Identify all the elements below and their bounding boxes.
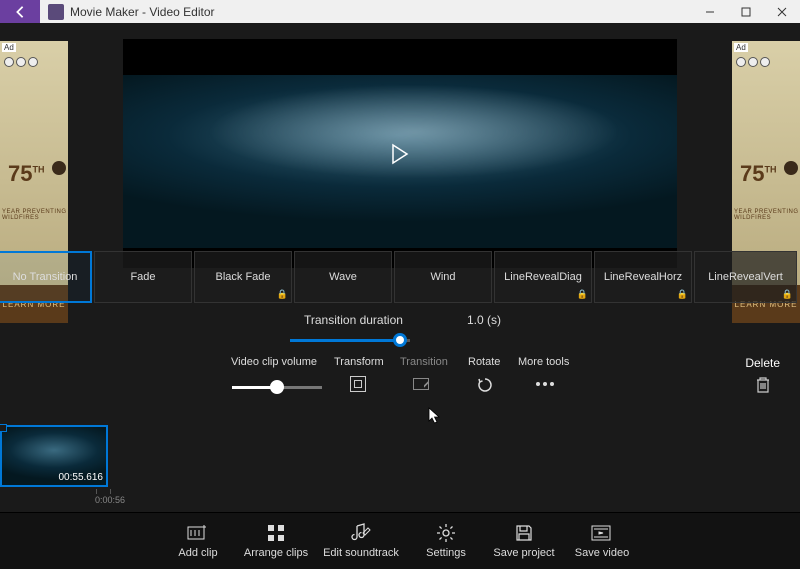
- transition-option-linerevealdiag[interactable]: LineRevealDiag🔒: [494, 251, 592, 303]
- transition-option-wind[interactable]: Wind: [394, 251, 492, 303]
- clip-handle[interactable]: [0, 424, 7, 432]
- rotate-icon: [476, 376, 494, 394]
- ad-badges: [736, 57, 770, 67]
- save-video-button[interactable]: Save video: [563, 513, 641, 569]
- window-controls: [692, 0, 800, 23]
- add-clip-icon: [187, 524, 209, 542]
- transform-label: Transform: [334, 356, 384, 368]
- ad-logo: 75TH: [740, 161, 776, 187]
- more-tools-button[interactable]: [536, 382, 554, 386]
- music-edit-icon: [350, 523, 372, 543]
- more-tools-label: More tools: [518, 356, 569, 368]
- transition-option-black-fade[interactable]: Black Fade🔒: [194, 251, 292, 303]
- transition-duration-slider[interactable]: [290, 333, 410, 347]
- volume-label: Video clip volume: [231, 356, 317, 368]
- transition-icon: [413, 378, 429, 390]
- transition-option-linerevealvert[interactable]: LineRevealVert🔒: [694, 251, 797, 303]
- save-project-button[interactable]: Save project: [485, 513, 563, 569]
- trash-icon: [755, 376, 771, 394]
- ad-tagline: YEAR PREVENTING WILDFIRES: [2, 209, 68, 221]
- app-title: Movie Maker - Video Editor: [70, 5, 215, 19]
- ad-mascot-icon: [784, 161, 798, 175]
- gear-icon: [436, 523, 456, 543]
- ad-badges: [4, 57, 38, 67]
- transition-option-wave[interactable]: Wave: [294, 251, 392, 303]
- tool-row: Video clip volume Transform Transition R…: [0, 356, 800, 394]
- transition-option-linerevealhorz[interactable]: LineRevealHorz🔒: [594, 251, 692, 303]
- delete-label: Delete: [745, 356, 780, 370]
- ad-tagline: YEAR PREVENTING WILDFIRES: [734, 209, 800, 221]
- timeline[interactable]: 00:55.616 0:00:56: [0, 429, 800, 511]
- ad-mark: Ad: [734, 43, 748, 52]
- transition-duration-row: Transition duration 1.0 (s): [0, 313, 800, 335]
- preview-player[interactable]: [123, 39, 677, 268]
- settings-button[interactable]: Settings: [407, 513, 485, 569]
- lock-icon: 🔒: [782, 289, 793, 300]
- save-icon: [515, 524, 533, 542]
- arrow-left-icon: [13, 5, 27, 19]
- maximize-button[interactable]: [728, 0, 764, 23]
- delete-clip[interactable]: Delete: [745, 356, 780, 397]
- dots-icon: [536, 382, 554, 386]
- edit-soundtrack-button[interactable]: Edit soundtrack: [315, 513, 407, 569]
- clip-duration: 00:55.616: [59, 472, 104, 483]
- timeline-clip[interactable]: 00:55.616: [0, 425, 108, 487]
- add-clip-button[interactable]: Add clip: [159, 513, 237, 569]
- transition-duration-value: 1.0 (s): [467, 313, 501, 327]
- back-button[interactable]: [0, 0, 40, 23]
- main-area: Ad 75TH YEAR PREVENTING WILDFIRES LEARN …: [0, 23, 800, 430]
- lock-icon: 🔒: [277, 289, 288, 300]
- rotate-button[interactable]: [476, 376, 494, 397]
- video-export-icon: [591, 524, 613, 542]
- minimize-button[interactable]: [692, 0, 728, 23]
- play-icon[interactable]: [390, 143, 410, 165]
- arrange-clips-button[interactable]: Arrange clips: [237, 513, 315, 569]
- bottom-toolbar: Add clip Arrange clips Edit soundtrack S…: [0, 512, 800, 569]
- grid-icon: [267, 524, 285, 542]
- ad-mascot-icon: [52, 161, 66, 175]
- transition-button[interactable]: [413, 378, 429, 390]
- lock-icon: 🔒: [677, 289, 688, 300]
- transform-icon: [350, 376, 366, 392]
- lock-icon: 🔒: [577, 289, 588, 300]
- titlebar: Movie Maker - Video Editor: [0, 0, 800, 23]
- mouse-cursor: [428, 407, 442, 425]
- transition-option-none[interactable]: No Transition: [0, 251, 92, 303]
- transition-label: Transition: [400, 356, 448, 368]
- rotate-label: Rotate: [468, 356, 500, 368]
- transition-option-fade[interactable]: Fade: [94, 251, 192, 303]
- transition-list: No Transition Fade Black Fade🔒 Wave Wind…: [0, 251, 800, 303]
- ad-logo: 75TH: [8, 161, 44, 187]
- transform-button[interactable]: [350, 376, 366, 392]
- transition-duration-label: Transition duration: [304, 313, 403, 327]
- close-button[interactable]: [764, 0, 800, 23]
- ad-mark: Ad: [2, 43, 16, 52]
- app-icon: [48, 4, 64, 20]
